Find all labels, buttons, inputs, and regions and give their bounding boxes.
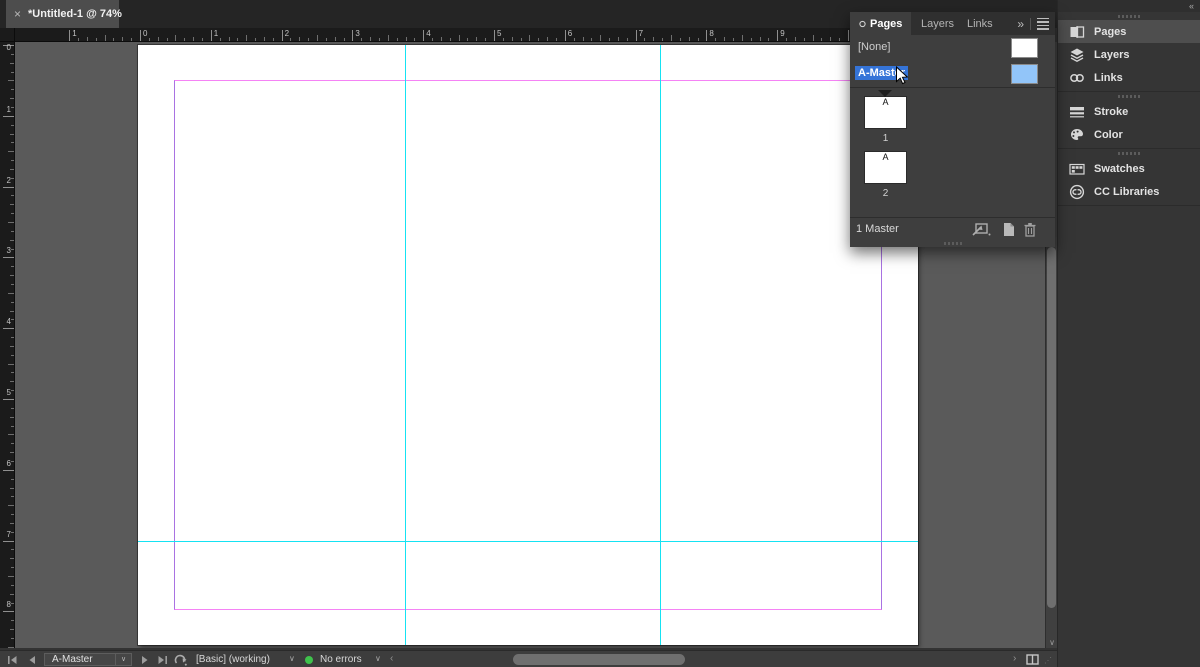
status-bar: A-Master ∨ [Basic] (working) ∨ No errors…	[0, 650, 1057, 667]
swatches-icon	[1069, 161, 1085, 177]
layers-icon	[1069, 47, 1085, 63]
panel-tab-label: Layers	[921, 18, 954, 30]
expand-panel-icon[interactable]: »	[1017, 17, 1024, 31]
chevron-down-icon[interactable]: ∨	[115, 654, 131, 665]
ruler-guide-vertical-2[interactable]	[660, 45, 661, 645]
master-swatch-a-master[interactable]	[1011, 64, 1038, 84]
ruler-guide-vertical-1[interactable]	[405, 45, 406, 645]
page-number-2[interactable]: 2	[865, 188, 906, 199]
close-tab-icon[interactable]: ×	[14, 8, 21, 20]
next-page-button[interactable]	[140, 655, 152, 665]
panel-tab-label: Links	[967, 18, 993, 30]
vertical-ruler[interactable]: 012345678	[0, 42, 15, 648]
create-new-page-icon[interactable]	[1002, 222, 1016, 242]
dock-item-color[interactable]: Color	[1058, 123, 1200, 146]
horizontal-scrollbar-thumb[interactable]	[513, 654, 685, 665]
preflight-profile-label[interactable]: [Basic] (working)	[196, 654, 270, 665]
master-letter: A	[865, 97, 906, 108]
dock-item-label: Pages	[1094, 26, 1126, 38]
panel-tab-cycle-icon	[859, 19, 866, 28]
panel-section-divider[interactable]	[850, 87, 1055, 88]
scroll-right-icon[interactable]: ›	[1013, 653, 1016, 664]
dock-item-links[interactable]: Links	[1058, 66, 1200, 89]
last-page-button[interactable]	[157, 655, 169, 665]
preflight-status-label[interactable]: No errors	[320, 654, 362, 665]
panel-tab-layers[interactable]: Layers	[912, 12, 963, 35]
dock-item-label: Stroke	[1094, 106, 1128, 118]
dock-group-grip[interactable]	[1058, 149, 1200, 157]
panel-resize-grip[interactable]	[850, 240, 1055, 247]
ruler-origin-corner[interactable]	[0, 28, 15, 42]
dock-group-2: Stroke Color	[1058, 92, 1200, 149]
page-thumbnail-1[interactable]: A	[865, 97, 906, 128]
preflight-menu-icon[interactable]	[174, 654, 186, 664]
window-resize-grip[interactable]: ⋰	[1044, 656, 1054, 665]
dock-group-3: Swatches CC Libraries	[1058, 149, 1200, 206]
pages-panel: Pages Layers Links » [None] A-Master	[850, 12, 1055, 247]
dock-group-1: Pages Layers Links	[1058, 12, 1200, 92]
dock-item-swatches[interactable]: Swatches	[1058, 157, 1200, 180]
page-number-1[interactable]: 1	[865, 133, 906, 144]
panel-tab-links[interactable]: Links	[958, 12, 1002, 35]
document-page[interactable]	[138, 45, 918, 645]
master-count-label: 1 Master	[856, 223, 899, 235]
pages-panel-header: Pages Layers Links »	[850, 12, 1055, 35]
master-row-none[interactable]: [None]	[850, 35, 1055, 61]
color-icon	[1069, 127, 1085, 143]
spread-view-icon[interactable]	[1026, 654, 1038, 664]
stroke-icon	[1069, 104, 1085, 120]
page-thumbnail-2[interactable]: A	[865, 152, 906, 183]
previous-page-button[interactable]	[27, 655, 39, 665]
master-row-a-master[interactable]: A-Master	[850, 61, 1055, 87]
dock-item-label: CC Libraries	[1094, 186, 1159, 198]
dock-item-label: Color	[1094, 129, 1123, 141]
dock-item-cc-libraries[interactable]: CC Libraries	[1058, 180, 1200, 203]
links-icon	[1069, 70, 1085, 86]
dock-item-label: Links	[1094, 72, 1123, 84]
cc-libraries-icon	[1069, 184, 1085, 200]
vertical-scrollbar-thumb[interactable]	[1047, 247, 1056, 608]
document-tab[interactable]: × *Untitled-1 @ 74%	[6, 0, 119, 28]
mouse-cursor	[895, 66, 909, 91]
preflight-profile-chevron-icon[interactable]: ∨	[289, 654, 295, 663]
panel-dock: « Pages Layers Links	[1057, 0, 1200, 667]
panel-menu-icon[interactable]	[1037, 16, 1049, 32]
margin-guides	[174, 80, 882, 610]
ruler-guide-horizontal-1[interactable]	[138, 541, 918, 542]
dock-item-layers[interactable]: Layers	[1058, 43, 1200, 66]
dock-item-stroke[interactable]: Stroke	[1058, 100, 1200, 123]
master-name[interactable]: [None]	[855, 40, 893, 54]
dock-group-grip[interactable]	[1058, 92, 1200, 100]
preflight-status-chevron-icon[interactable]: ∨	[375, 654, 381, 663]
pages-panel-footer: 1 Master	[850, 218, 1055, 240]
dock-item-pages[interactable]: Pages	[1058, 20, 1200, 43]
pages-icon	[1069, 24, 1085, 40]
collapse-panels-icon[interactable]: «	[1189, 1, 1194, 11]
spread-indicator-icon	[878, 90, 892, 97]
first-page-button[interactable]	[7, 655, 19, 665]
preflight-status-icon	[305, 656, 313, 664]
master-letter: A	[865, 152, 906, 163]
delete-page-icon[interactable]	[1023, 222, 1037, 242]
page-selector-value: A-Master	[45, 654, 115, 665]
edit-page-size-icon[interactable]	[972, 222, 994, 242]
indesign-window: × *Untitled-1 @ 74% 1012345678910 012345…	[0, 0, 1200, 667]
dock-item-label: Layers	[1094, 49, 1129, 61]
panel-tab-label: Pages	[870, 18, 902, 30]
page-selector-dropdown[interactable]: A-Master ∨	[44, 653, 132, 666]
dock-top-bar: «	[1058, 0, 1200, 12]
panel-tab-pages[interactable]: Pages	[850, 12, 911, 35]
divider	[1030, 18, 1031, 30]
dock-group-grip[interactable]	[1058, 12, 1200, 20]
document-title: *Untitled-1 @ 74%	[28, 8, 122, 20]
dock-item-label: Swatches	[1094, 163, 1145, 175]
scroll-left-icon[interactable]: ‹	[390, 653, 393, 664]
master-swatch-none[interactable]	[1011, 38, 1038, 58]
